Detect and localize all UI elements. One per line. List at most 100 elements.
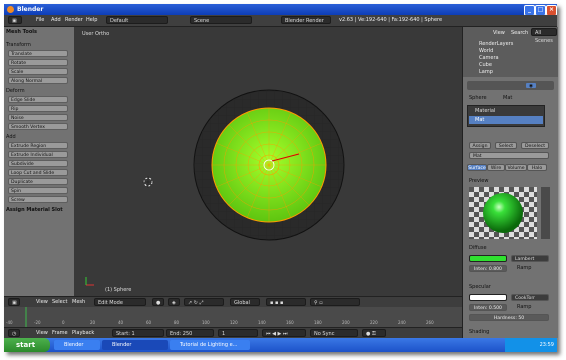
viewport-scene [85,89,345,286]
specular-panel-header[interactable]: Specular [469,284,491,290]
outliner-view-menu[interactable]: View [493,29,505,38]
scene-select[interactable]: Scene [190,16,252,24]
rip-button[interactable]: Rip [8,105,68,112]
tick-label: 100 [202,320,210,325]
add-header: Add [6,134,16,140]
outliner-search-menu[interactable]: Search [511,29,528,38]
shading-panel-header[interactable]: Shading [469,329,489,335]
timeline[interactable]: -40 -20 0 20 40 60 80 100 120 140 160 18… [4,307,462,327]
snap-icons[interactable]: ⚲ ▫ [310,298,360,306]
render-engine-select[interactable]: Blender Render [281,16,331,24]
menu-select[interactable]: Select [52,298,67,307]
properties-region: View Search All Scenes RenderLayers Worl… [462,27,558,338]
spin-button[interactable]: Spin [8,187,68,194]
outliner[interactable]: View Search All Scenes RenderLayers Worl… [463,27,558,77]
properties-tabs[interactable] [467,81,554,90]
slot-mat-selected[interactable]: Mat [469,116,543,124]
deform-header: Deform [6,88,25,94]
hardness-field[interactable]: Hardness: 50 [469,314,549,321]
screen-layout-select[interactable]: Default [106,16,168,24]
mode-select[interactable]: Edit Mode [94,298,146,306]
extrude-region-button[interactable]: Extrude Region [8,142,68,149]
menu-render[interactable]: Render [65,16,83,25]
specular-shader-select[interactable]: CookTorr [511,294,549,301]
preview-panel-header[interactable]: Preview [469,178,488,184]
tab-wire[interactable]: Wire [487,164,505,171]
start-frame-field[interactable]: Start: 1 [112,329,164,337]
menu-playback[interactable]: Playback [72,329,94,338]
outliner-item[interactable]: RenderLayers [479,41,513,47]
pivot-icon[interactable]: ◈ [168,298,180,306]
viewport-editor-icon[interactable]: ▣ [8,298,20,306]
menu-view-timeline[interactable]: View [36,329,48,338]
edge-slide-button[interactable]: Edge Slide [8,96,68,103]
diffuse-color-swatch[interactable] [469,255,507,262]
translate-button[interactable]: Translate [8,50,68,57]
extrude-individual-button[interactable]: Extrude Individual [8,151,68,158]
keying-icons[interactable]: ● ⚿ [362,329,386,337]
menu-view[interactable]: View [36,298,48,307]
diffuse-shader-select[interactable]: Lambert [511,255,549,262]
blender-logo-icon [7,6,14,13]
tick-label: 200 [342,320,350,325]
preview-type-icons[interactable] [541,187,550,239]
sync-select[interactable]: No Sync [310,329,358,337]
tick-label: 80 [174,320,180,325]
tab-volume[interactable]: Volume [505,164,527,171]
assign-material-slot-header[interactable]: Assign Material Slot [6,207,63,214]
outliner-item[interactable]: Lamp [479,69,493,75]
tool-shelf-title[interactable]: Mesh Tools [6,29,37,36]
menu-help[interactable]: Help [86,16,97,25]
current-frame-field[interactable]: 1 [218,329,258,337]
3d-viewport[interactable]: User Ortho (1) Sphere [74,27,462,296]
breadcrumb-material: Mat [503,95,513,101]
manipulator-icons[interactable]: ↗ ↻ ⤢ [184,298,224,306]
along-normal-button[interactable]: Along Normal [8,77,68,84]
menu-frame[interactable]: Frame [52,329,68,338]
orientation-select[interactable]: Global [230,298,260,306]
material-slots-list[interactable]: Material Mat [467,105,545,127]
tab-surface[interactable]: Surface [467,164,487,171]
start-button[interactable]: start [4,338,50,352]
playback-controls-icons[interactable]: ⏮ ◀ ▶ ⏭ [262,329,306,337]
timeline-editor-icon[interactable]: ◷ [8,329,20,337]
taskbar-item[interactable]: Tutorial de Lighting e... [170,340,250,350]
outliner-item[interactable]: Cube [479,62,492,68]
duplicate-button[interactable]: Duplicate [8,178,68,185]
slot-material[interactable]: Material [469,107,543,115]
screw-button[interactable]: Screw [8,196,68,203]
select-button[interactable]: Select [495,142,517,149]
scale-button[interactable]: Scale [8,68,68,75]
end-frame-field[interactable]: End: 250 [166,329,214,337]
tab-halo[interactable]: Halo [527,164,547,171]
shading-icon[interactable]: ● [152,298,164,306]
assign-button[interactable]: Assign [469,142,491,149]
deselect-button[interactable]: Deselect [521,142,549,149]
outliner-display-select[interactable]: All Scenes [531,28,557,44]
menu-mesh[interactable]: Mesh [72,298,85,307]
rotate-button[interactable]: Rotate [8,59,68,66]
noise-button[interactable]: Noise [8,114,68,121]
material-name-field[interactable]: Mat [469,152,549,159]
diffuse-intensity-field[interactable]: Inten: 0.800 [469,265,507,272]
specular-color-swatch[interactable] [469,294,507,301]
subdivide-button[interactable]: Subdivide [8,160,68,167]
material-tab-icon[interactable]: ◉ [525,82,537,89]
select-mode-icons[interactable]: ▪ ▪ ▪ [266,298,306,306]
menu-file[interactable]: File [36,16,44,25]
axis-gizmo-icon [85,277,94,286]
taskbar-item-active[interactable]: Blender [102,340,168,350]
menu-add[interactable]: Add [51,16,61,25]
editor-type-icon[interactable]: ▣ [8,16,22,24]
outliner-item[interactable]: Camera [479,55,499,61]
specular-intensity-field[interactable]: Inten: 0.500 [469,304,507,311]
sphere-mesh [193,89,345,241]
tick-label: 260 [426,320,434,325]
diffuse-panel-header[interactable]: Diffuse [469,245,487,251]
taskbar-item[interactable]: Blender [54,340,100,350]
outliner-item[interactable]: World [479,48,493,54]
specular-ramp-checkbox[interactable]: Ramp [517,304,531,310]
diffuse-ramp-checkbox[interactable]: Ramp [517,265,531,271]
loop-cut-button[interactable]: Loop Cut and Slide [8,169,68,176]
smooth-vertex-button[interactable]: Smooth Vertex [8,123,68,130]
